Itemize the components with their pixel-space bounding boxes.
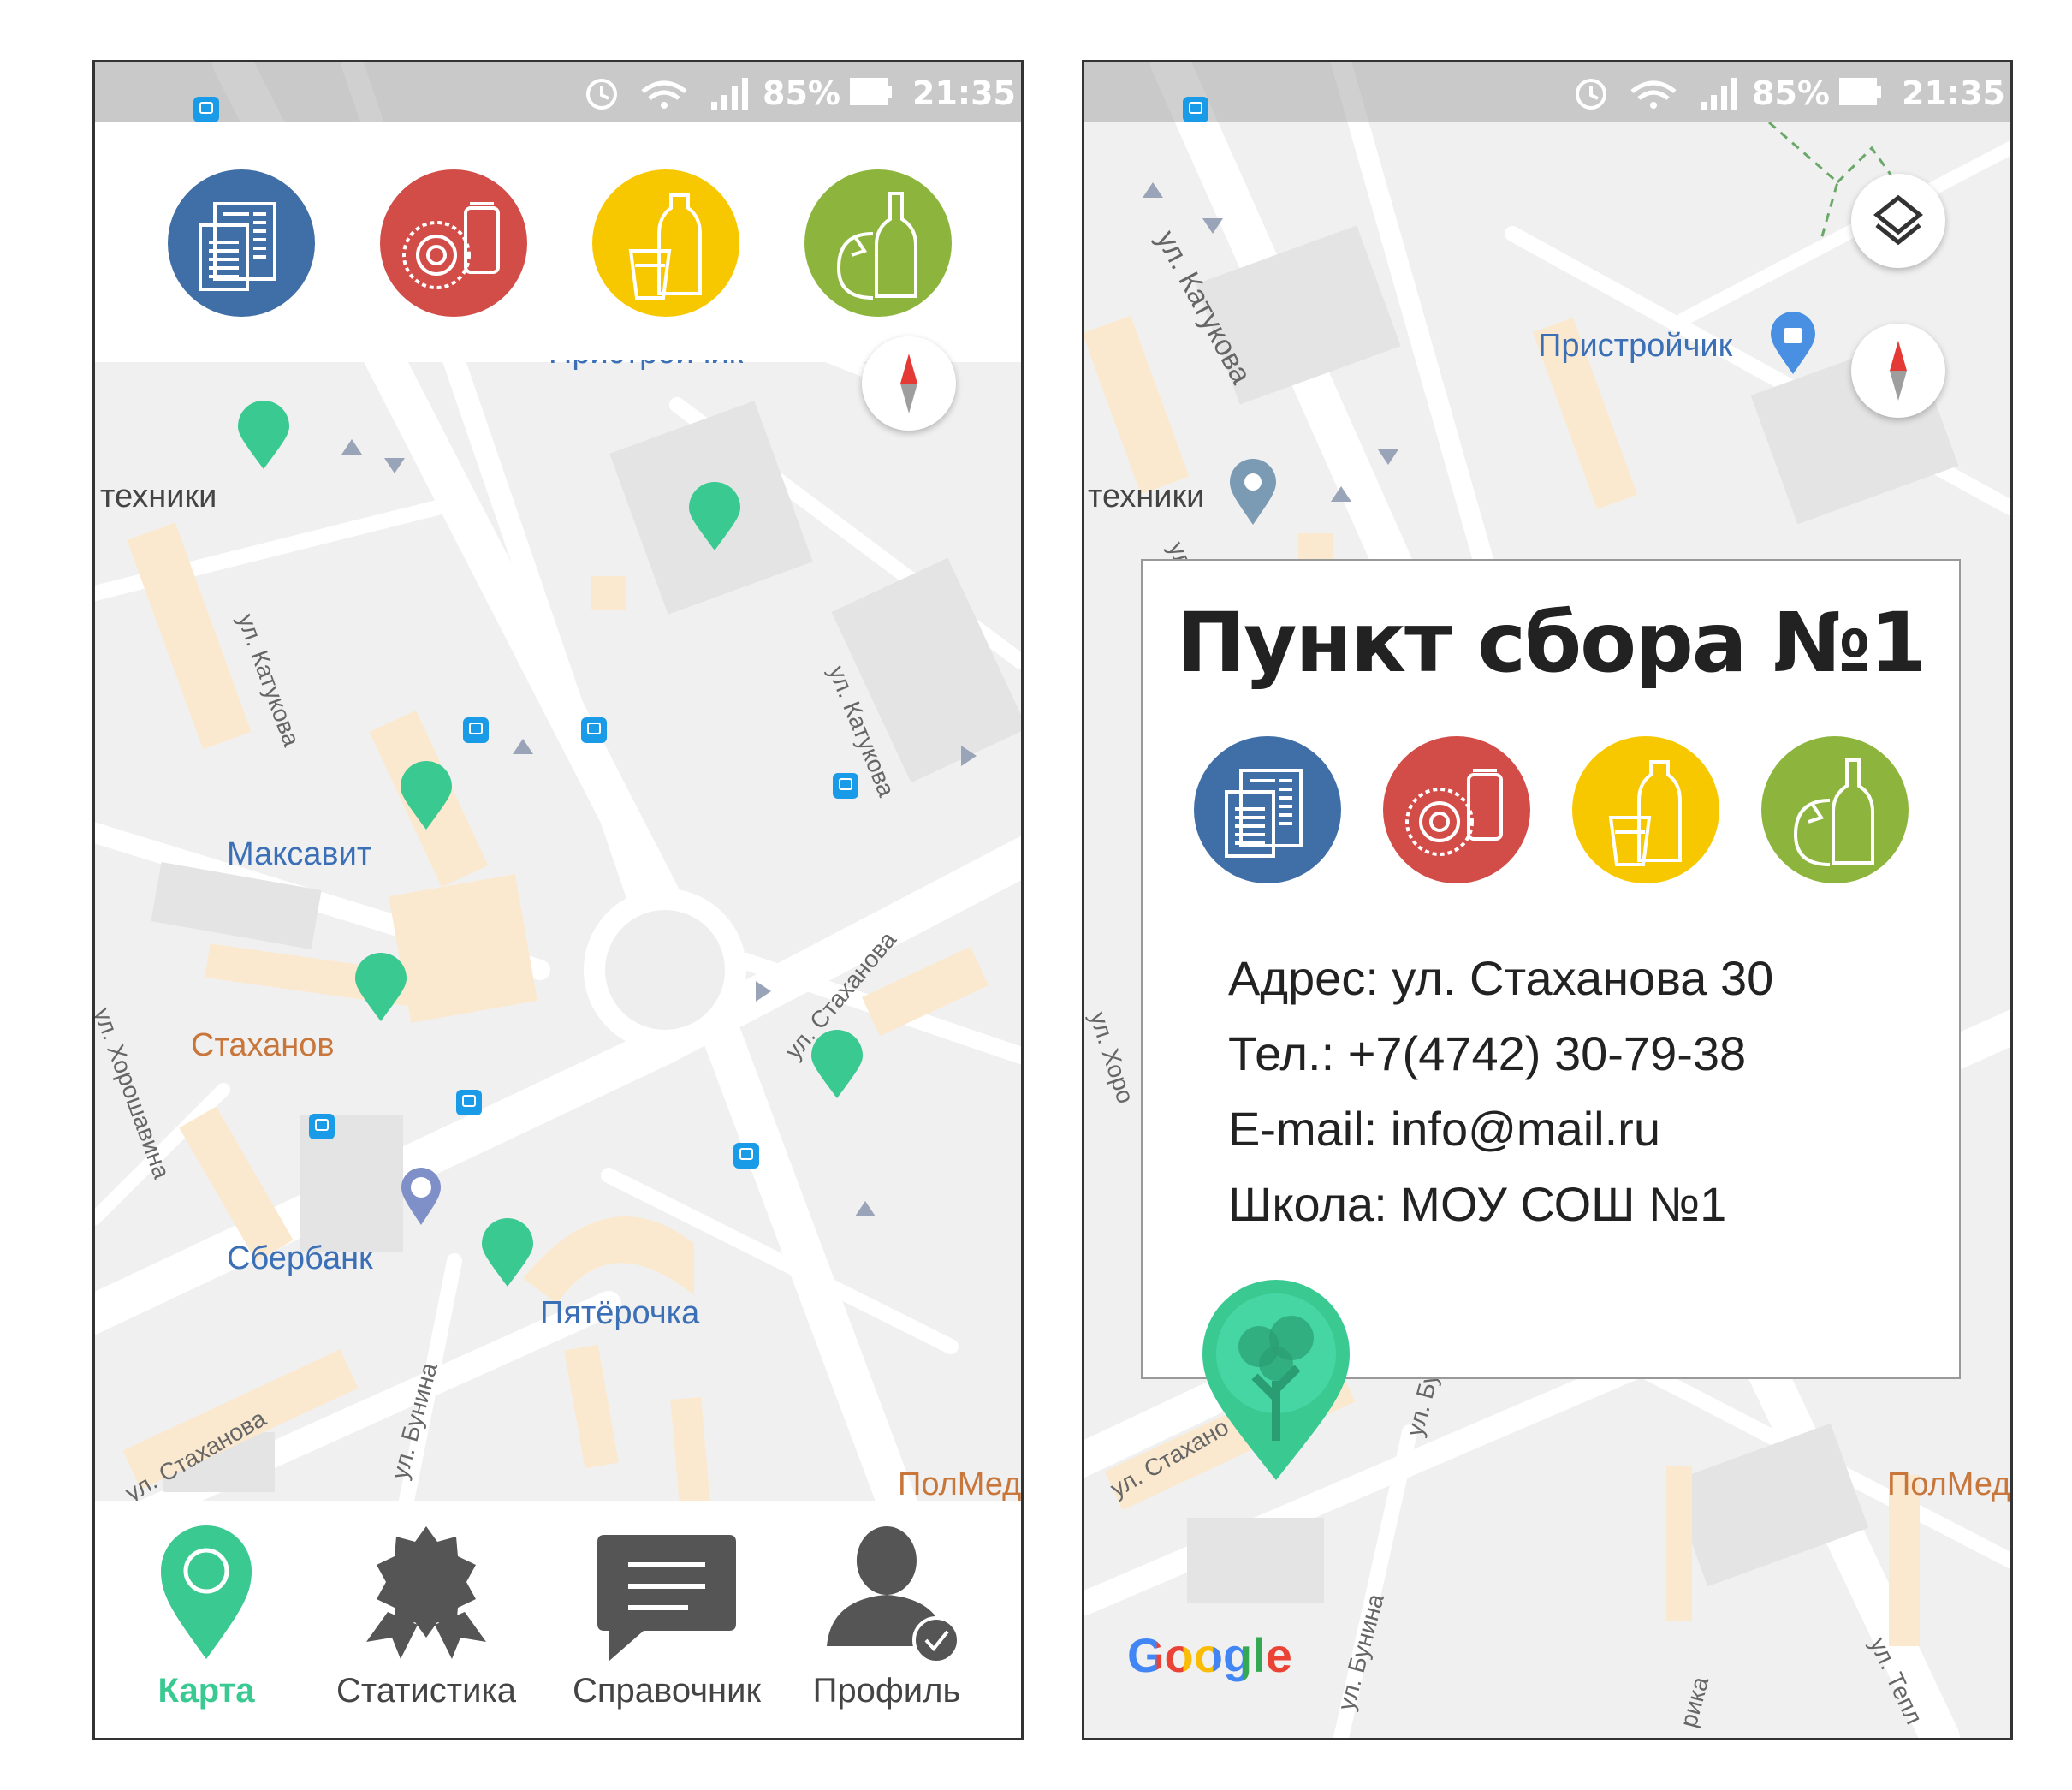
place-label-pristroychik[interactable]: Пристройчик: [1538, 328, 1732, 365]
status-time: 21:35: [1902, 74, 2005, 112]
place-label-sberbank[interactable]: Сбербанк: [227, 1240, 373, 1277]
card-school: Школа: МОУ СОШ №1: [1228, 1177, 1727, 1231]
category-filter-bar: [95, 122, 1021, 362]
plastic-bottle-icon: [1572, 736, 1719, 883]
nav-item-statistics[interactable]: Статистика: [315, 1501, 537, 1738]
nav-item-directory[interactable]: Справочник: [555, 1501, 778, 1738]
paper-icon: [1194, 736, 1341, 883]
collection-point-card: Пункт сбора №1 Адрес: ул. Стаханова 30 Т…: [1141, 559, 1961, 1379]
status-bar: 85% 21:35: [1084, 62, 2010, 122]
phone-screen-point-details: 85% 21:35 Пристройчик техники ПолМед ул.…: [1082, 60, 2013, 1740]
place-label-polmed[interactable]: ПолМед: [898, 1466, 1021, 1503]
bus-stop-icon: [833, 773, 858, 799]
paper-icon: [168, 169, 315, 317]
nav-label-statistics: Статистика: [335, 1672, 517, 1710]
battery-icon: [850, 78, 892, 105]
battery-icon: [1839, 78, 1881, 105]
phone-screen-map: 85% 21:35 техники Максавит Стаханов Сбер…: [92, 60, 1024, 1740]
compass-button[interactable]: [1851, 324, 1945, 418]
glass-category-button[interactable]: [804, 169, 952, 317]
place-label-maksavit[interactable]: Максавит: [227, 836, 371, 873]
glass-bottle-icon: [804, 169, 952, 317]
map-layers-button[interactable]: [1851, 174, 1945, 268]
place-pin-icon[interactable]: [1228, 458, 1278, 526]
plastic-bottle-icon: [592, 169, 739, 317]
bus-stop-icon: [1183, 97, 1208, 122]
battery-percent: 85%: [1752, 74, 1830, 112]
bus-stop-icon: [309, 1114, 335, 1139]
nav-label-profile: Профиль: [812, 1672, 961, 1710]
nav-label-map: Карта: [157, 1672, 255, 1710]
glass-bottle-icon: [1761, 736, 1909, 883]
place-label-polmed[interactable]: ПолМед: [1887, 1466, 2010, 1503]
battery-percent: 85%: [763, 74, 840, 112]
card-email[interactable]: E-mail: info@mail.ru: [1228, 1101, 1660, 1157]
card-phone[interactable]: Тел.: +7(4742) 30-79-38: [1228, 1026, 1746, 1081]
nav-label-directory: Справочник: [573, 1672, 761, 1710]
bus-stop-icon: [733, 1143, 759, 1169]
bottom-navigation: Карта Статистика Справочник Профиль: [95, 1501, 1021, 1738]
place-label-tech[interactable]: техники: [100, 479, 217, 515]
card-address: Адрес: ул. Стаханова 30: [1228, 951, 1774, 1005]
bank-pin-icon: [401, 1168, 441, 1225]
place-label-pyaterochka[interactable]: Пятёрочка: [540, 1295, 699, 1332]
nav-item-profile[interactable]: Профиль: [775, 1501, 998, 1738]
place-label-tech[interactable]: техники: [1088, 479, 1204, 515]
chat-bubble-icon: [597, 1535, 736, 1661]
collection-point-marker[interactable]: [236, 401, 291, 471]
status-icons: [1576, 78, 1737, 110]
paper-category-button[interactable]: [168, 169, 315, 317]
card-title: Пункт сбора №1: [1176, 595, 1927, 691]
compass-icon: [900, 354, 917, 413]
glass-category-badge: [1761, 736, 1909, 883]
place-label-stakhanov[interactable]: Стаханов: [191, 1027, 335, 1064]
bus-stop-icon: [193, 97, 219, 122]
bus-stop-icon: [463, 717, 489, 743]
status-time: 21:35: [912, 74, 1016, 112]
layers-icon: [1873, 194, 1924, 246]
collection-point-marker[interactable]: [399, 761, 454, 831]
bus-stop-icon: [581, 717, 607, 743]
google-logo-text: Google: [1127, 1628, 1292, 1682]
metal-can-icon: [1383, 736, 1530, 883]
collection-point-marker[interactable]: [687, 482, 742, 552]
bus-stop-icon: [456, 1090, 482, 1115]
plastic-category-button[interactable]: [592, 169, 739, 317]
paper-category-badge: [1194, 736, 1341, 883]
metal-can-icon: [380, 169, 527, 317]
nav-item-map[interactable]: Карта: [95, 1501, 318, 1738]
status-icons: [586, 78, 748, 110]
compass-button[interactable]: [862, 336, 956, 431]
collection-point-marker[interactable]: [480, 1218, 535, 1288]
selected-point-tree-marker[interactable]: [1199, 1278, 1353, 1484]
award-badge-icon: [366, 1526, 486, 1659]
google-logo: Google: [1127, 1627, 1292, 1683]
shop-pin-icon[interactable]: [1769, 311, 1817, 376]
plastic-category-badge: [1572, 736, 1719, 883]
metal-category-badge: [1383, 736, 1530, 883]
profile-check-icon: [827, 1526, 959, 1663]
metal-category-button[interactable]: [380, 169, 527, 317]
map-pin-icon: [161, 1525, 252, 1659]
collection-point-marker[interactable]: [810, 1030, 864, 1100]
status-bar: 85% 21:35: [95, 62, 1021, 122]
compass-icon: [1890, 341, 1907, 401]
collection-point-marker[interactable]: [353, 953, 408, 1023]
